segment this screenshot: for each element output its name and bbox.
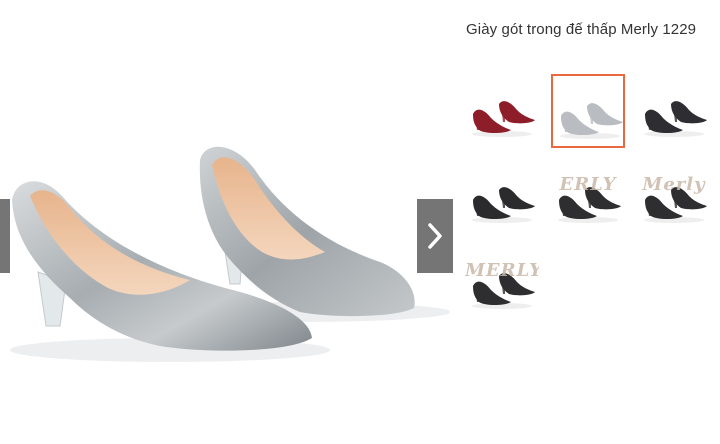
- thumbnail-merly-sign-2[interactable]: Merly: [637, 160, 711, 234]
- thumbnail-shoe-pair: [644, 101, 707, 137]
- product-title: Giày gót trong đế thấp Merly 1229: [466, 21, 697, 38]
- thumbnail-sign-text: MERLY: [465, 260, 539, 281]
- thumbnail-shoe-pair: [644, 187, 707, 223]
- thumbnail-shoe-pair: [472, 101, 535, 137]
- main-product-image: [0, 0, 455, 444]
- thumbnail-shoe-pair: [472, 187, 535, 223]
- chevron-right-icon: [428, 223, 442, 249]
- thumbnail-shoe-pair: [558, 187, 621, 223]
- thumbnail-merly-sign-3[interactable]: MERLY: [465, 246, 539, 320]
- previous-image-button[interactable]: [0, 199, 10, 273]
- thumbnail-sign-text: Merly: [642, 174, 706, 195]
- silver-pumps-photo: [10, 146, 450, 362]
- next-image-button[interactable]: [417, 199, 453, 273]
- thumbnail-silver-pumps[interactable]: [551, 74, 625, 148]
- thumbnail-sign-text: ERLY: [559, 174, 617, 195]
- thumbnail-merly-sign-1[interactable]: ERLY: [551, 160, 625, 234]
- thumbnail-red-pumps[interactable]: [465, 74, 539, 148]
- thumbnail-shoe-pair: [560, 103, 623, 139]
- thumbnail-black-pumps-side[interactable]: [465, 160, 539, 234]
- thumbnail-black-pumps[interactable]: [637, 74, 711, 148]
- thumbnail-shoe-pair: [472, 273, 535, 309]
